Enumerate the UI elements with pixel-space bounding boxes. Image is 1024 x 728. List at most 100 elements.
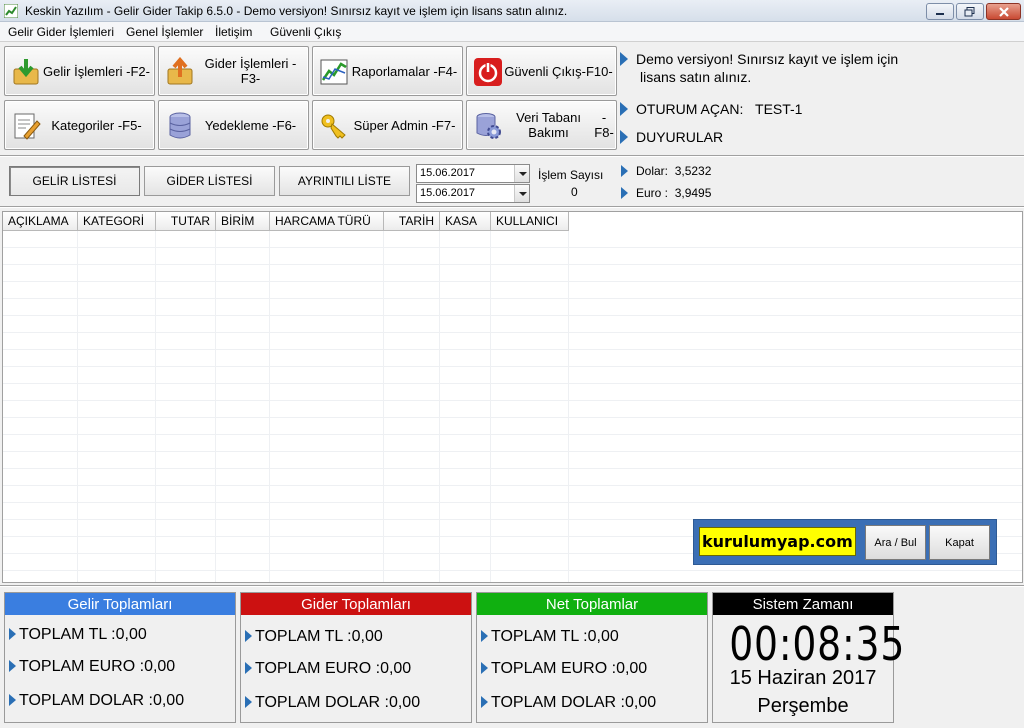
net-total-euro: TOPLAM EURO :0,00: [481, 660, 647, 678]
safe-exit-label-line2: -F10-: [581, 63, 613, 79]
separator: [0, 206, 1024, 208]
net-total-euro-text: TOPLAM EURO :0,00: [491, 660, 648, 677]
expense-total-dollar: TOPLAM DOLAR :0,00: [245, 694, 420, 712]
chevron-right-icon: [481, 695, 488, 708]
date-from-picker[interactable]: 15.06.2017: [416, 164, 530, 183]
menu-income-expense[interactable]: Gelir Gider İşlemleri: [8, 25, 114, 39]
expense-total-euro-text: TOPLAM EURO :0,00: [255, 660, 412, 677]
column-header-description[interactable]: AÇIKLAMA: [3, 212, 78, 231]
expense-total-tl: TOPLAM TL :0,00: [245, 628, 383, 646]
reports-chart-icon: [320, 59, 348, 85]
income-totals-panel: Gelir Toplamları TOPLAM TL :0,00 TOPLAM …: [4, 592, 236, 723]
expense-operations-label: Gider İşlemleri -F3-: [204, 56, 297, 86]
chevron-right-icon: [9, 627, 16, 640]
transaction-count-label: İşlem Sayısı: [538, 168, 604, 182]
column-header-user[interactable]: KULLANICI: [491, 212, 569, 231]
tab-detailed-list[interactable]: AYRINTILI LİSTE: [279, 166, 410, 196]
dollar-rate: Dolar: 3,5232: [621, 164, 711, 178]
chevron-right-icon: [9, 659, 16, 672]
search-input[interactable]: kurulumyap.com: [699, 527, 856, 556]
column-header-amount[interactable]: TUTAR: [156, 212, 216, 231]
chevron-right-icon: [620, 52, 628, 67]
income-total-dollar: TOPLAM DOLAR :0,00: [9, 692, 184, 710]
grid-column-divider: [568, 231, 569, 582]
system-clock-title: Sistem Zamanı: [713, 593, 893, 615]
grid-column-divider: [215, 231, 216, 582]
tab-expense-list[interactable]: GİDER LİSTESİ: [144, 166, 275, 196]
menu-safe-exit[interactable]: Güvenli Çıkış: [270, 25, 341, 39]
income-totals-title: Gelir Toplamları: [5, 593, 235, 615]
close-button[interactable]: [986, 3, 1021, 20]
database-maintenance-line2: -F8-: [594, 110, 614, 140]
net-total-dollar-text: TOPLAM DOLAR :0,00: [491, 694, 657, 711]
separator: [0, 585, 1024, 587]
column-header-category[interactable]: KATEGORİ: [78, 212, 156, 231]
column-header-date[interactable]: TARİH: [384, 212, 440, 231]
tab-income-list[interactable]: GELİR LİSTESİ: [9, 166, 140, 196]
close-search-button[interactable]: Kapat: [929, 525, 990, 560]
net-totals-panel: Net Toplamlar TOPLAM TL :0,00 TOPLAM EUR…: [476, 592, 708, 723]
column-header-unit[interactable]: BİRİM: [216, 212, 270, 231]
demo-notice-line2: lisans satın alınız.: [640, 69, 752, 85]
expense-totals-title: Gider Toplamları: [241, 593, 471, 615]
grid-column-divider: [155, 231, 156, 582]
chevron-right-icon: [481, 629, 488, 642]
expense-operations-button[interactable]: Gider İşlemleri -F3-: [158, 46, 309, 96]
expense-total-dollar-text: TOPLAM DOLAR :0,00: [255, 694, 421, 711]
net-total-dollar: TOPLAM DOLAR :0,00: [481, 694, 656, 712]
income-total-dollar-text: TOPLAM DOLAR :0,00: [19, 692, 185, 709]
expense-total-euro: TOPLAM EURO :0,00: [245, 660, 411, 678]
euro-rate: Euro : 3,9495: [621, 186, 711, 200]
close-icon: [998, 6, 1009, 17]
database-maintenance-line1: Veri Tabanı Bakımı: [516, 110, 581, 140]
date-to-picker[interactable]: 15.06.2017: [416, 184, 530, 203]
announcements-link[interactable]: DUYURULAR: [620, 129, 723, 145]
app-chart-icon: [4, 4, 18, 18]
demo-notice: Demo versiyon! Sınırsız kayıt ve işlem i…: [620, 51, 898, 67]
menu-general[interactable]: Genel İşlemler: [126, 25, 203, 39]
categories-edit-icon: [14, 113, 41, 140]
dollar-label: Dolar:: [636, 164, 669, 178]
power-icon: [474, 58, 502, 86]
date-to-value: 15.06.2017: [420, 187, 476, 199]
expense-upload-icon: [167, 57, 193, 85]
chevron-right-icon: [621, 164, 628, 177]
session-info: OTURUM AÇAN: TEST-1: [620, 101, 802, 117]
column-header-cash[interactable]: KASA: [440, 212, 491, 231]
chevron-down-icon[interactable]: [514, 185, 529, 202]
minimize-button[interactable]: [926, 3, 954, 20]
menu-contact[interactable]: İletişim: [215, 25, 252, 39]
restore-icon: [964, 6, 975, 16]
maximize-button[interactable]: [956, 3, 984, 20]
safe-exit-button[interactable]: Güvenli Çıkış -F10-: [466, 46, 617, 96]
chevron-down-icon[interactable]: [514, 165, 529, 182]
reports-label: Raporlamalar -F4-: [351, 63, 458, 79]
grid-column-divider: [77, 231, 78, 582]
safe-exit-label-line1: Güvenli Çıkış: [504, 63, 582, 79]
net-totals-title: Net Toplamlar: [477, 593, 707, 615]
backup-button[interactable]: Yedekleme -F6-: [158, 100, 309, 150]
super-admin-button[interactable]: Süper Admin -F7-: [312, 100, 463, 150]
chevron-right-icon: [9, 693, 16, 706]
clock-day: Perşembe: [757, 695, 849, 717]
column-header-expense-type[interactable]: HARCAMA TÜRÜ: [270, 212, 384, 231]
income-total-euro: TOPLAM EURO :0,00: [9, 658, 175, 676]
minimize-icon: [936, 12, 944, 15]
grid-column-divider: [383, 231, 384, 582]
grid-header: AÇIKLAMA KATEGORİ TUTAR BİRİM HARCAMA TÜ…: [3, 212, 1022, 231]
find-button[interactable]: Ara / Bul: [865, 525, 926, 560]
chevron-right-icon: [621, 186, 628, 199]
chevron-right-icon: [620, 130, 628, 145]
reports-button[interactable]: Raporlamalar -F4-: [312, 46, 463, 96]
income-total-tl: TOPLAM TL :0,00: [9, 626, 147, 644]
database-maintenance-button[interactable]: Veri Tabanı Bakımı -F8-: [466, 100, 617, 150]
chevron-right-icon: [245, 629, 252, 642]
transaction-count-value: 0: [571, 185, 578, 199]
menu-bar: Gelir Gider İşlemleri Genel İşlemler İle…: [0, 22, 1024, 42]
income-operations-button[interactable]: Gelir İşlemleri -F2-: [4, 46, 155, 96]
title-bar: Keskin Yazılım - Gelir Gider Takip 6.5.0…: [0, 0, 1024, 22]
income-download-icon: [13, 59, 39, 85]
categories-button[interactable]: Kategoriler -F5-: [4, 100, 155, 150]
euro-label: Euro :: [636, 186, 669, 200]
clock-time: 00:08:35: [729, 617, 906, 671]
